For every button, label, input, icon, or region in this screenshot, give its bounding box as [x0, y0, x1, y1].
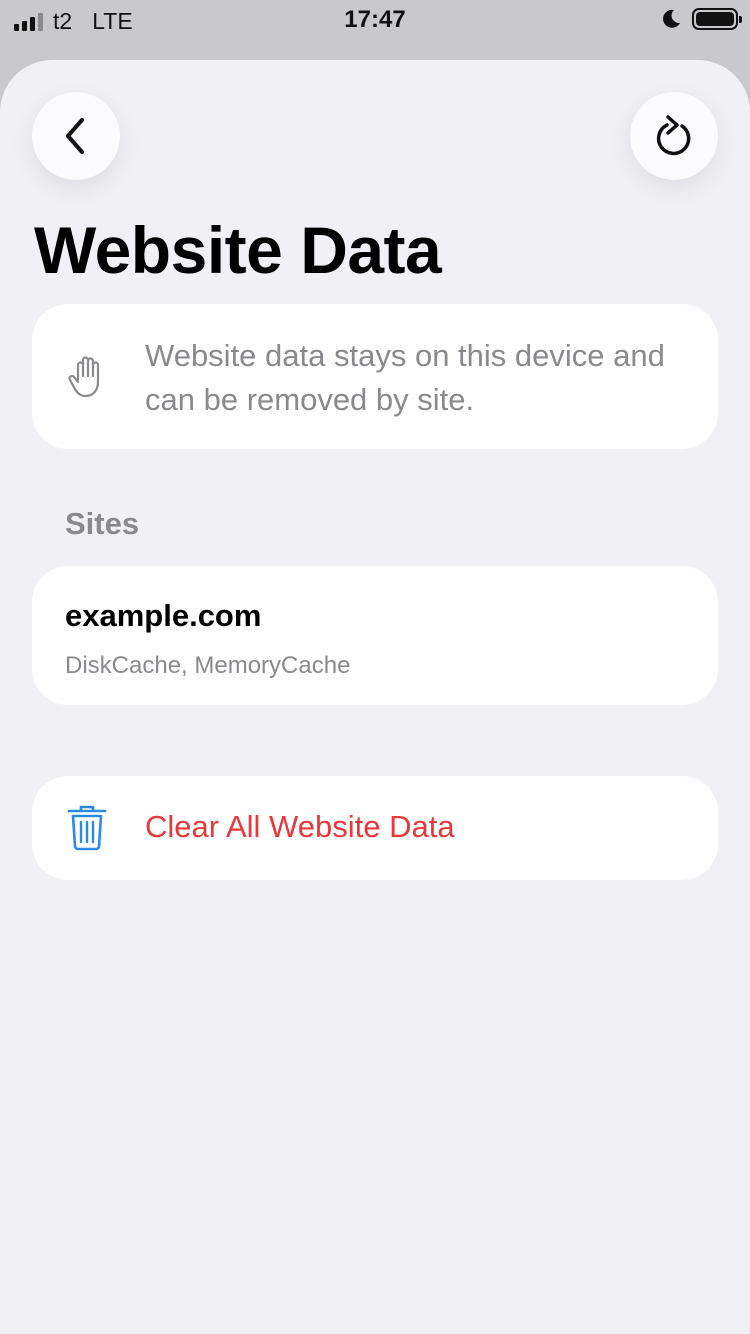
refresh-button[interactable] — [630, 92, 718, 180]
site-row[interactable]: example.com DiskCache, MemoryCache — [32, 566, 718, 705]
refresh-icon — [656, 115, 691, 156]
trash-icon — [67, 805, 107, 851]
info-text: Website data stays on this device and ca… — [145, 338, 665, 417]
site-detail: DiskCache, MemoryCache — [65, 652, 351, 679]
moon-icon — [663, 9, 680, 28]
status-time: 17:47 — [344, 6, 406, 33]
back-button[interactable] — [32, 92, 120, 180]
chevron-left-icon — [66, 118, 84, 154]
clear-all-label: Clear All Website Data — [145, 809, 455, 844]
site-name: example.com — [65, 598, 262, 633]
website-data-sheet: Website Data Website data stays on this … — [0, 60, 750, 1334]
battery-icon — [692, 8, 742, 30]
status-right — [660, 8, 742, 30]
info-card: Website data stays on this device and ca… — [32, 304, 718, 449]
status-bar: t2 LTE 17:47 — [0, 0, 750, 40]
clear-all-website-data-button[interactable]: Clear All Website Data — [32, 776, 718, 880]
hand-icon — [68, 356, 100, 398]
page-title: Website Data — [34, 213, 442, 287]
sites-section-header: Sites — [65, 506, 140, 541]
